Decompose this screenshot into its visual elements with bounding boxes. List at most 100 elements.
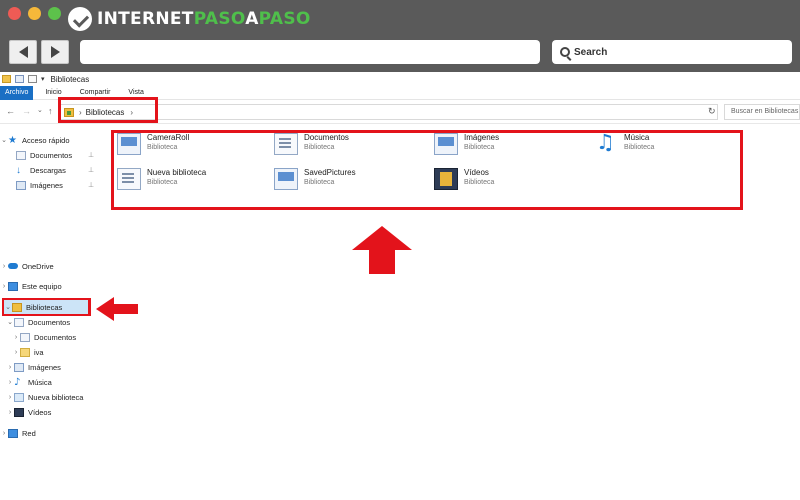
search-icon [560, 47, 570, 57]
pin-icon[interactable]: ⊥ [88, 151, 94, 159]
chevron-down-icon[interactable]: ⌄ [4, 303, 12, 311]
browser-search-label: Search [574, 46, 608, 58]
nav-label: Nueva biblioteca [28, 392, 84, 402]
properties-icon[interactable] [15, 75, 24, 83]
nav-libraries[interactable]: ⌄ Bibliotecas [4, 300, 88, 314]
nav-this-pc[interactable]: › Este equipo [0, 279, 62, 293]
pin-icon[interactable]: ⊥ [88, 181, 94, 189]
library-type: Biblioteca [464, 179, 495, 186]
library-tile-videos[interactable]: Vídeos Biblioteca [434, 168, 584, 200]
pin-icon[interactable]: ⊥ [88, 166, 94, 174]
pictures-icon [434, 133, 458, 155]
library-type: Biblioteca [304, 144, 335, 151]
customize-quick-access-icon[interactable]: ▾ [41, 75, 45, 83]
explorer-search-input[interactable]: Buscar en Bibliotecas [724, 104, 800, 120]
browser-forward-button[interactable] [41, 40, 69, 64]
chevron-right-icon[interactable]: › [0, 430, 8, 437]
library-type: Biblioteca [147, 179, 178, 186]
library-name: Música [624, 133, 650, 142]
library-tile-nueva-biblioteca[interactable]: Nueva biblioteca Biblioteca [117, 168, 267, 200]
cloud-icon [8, 263, 18, 269]
music-icon: ♪ [14, 376, 21, 388]
tab-archivo[interactable]: Archivo [0, 86, 34, 100]
folder-icon [20, 347, 30, 357]
library-name: Documentos [304, 133, 349, 142]
chevron-right-icon[interactable]: › [12, 349, 20, 356]
red-arrow-up-icon [352, 226, 412, 274]
nav-label: Red [22, 428, 36, 438]
forward-arrow-icon[interactable]: → [22, 106, 31, 116]
nav-lib-pictures[interactable]: › Imágenes [6, 360, 61, 374]
library-name: CameraRoll [147, 133, 190, 142]
nav-lib-new-library[interactable]: › Nueva biblioteca [6, 390, 83, 404]
nav-lib-videos[interactable]: › Vídeos [6, 405, 51, 419]
nav-label: Este equipo [22, 281, 62, 291]
nav-quick-access[interactable]: ⌄ ★ Acceso rápido [0, 133, 69, 147]
chevron-right-icon[interactable]: › [0, 283, 8, 290]
nav-onedrive[interactable]: › OneDrive [0, 259, 54, 273]
nav-lib-music[interactable]: › ♪ Música [6, 375, 52, 389]
chevron-right-icon[interactable]: › [6, 394, 14, 401]
library-tile-imagenes[interactable]: Imágenes Biblioteca [434, 133, 584, 165]
refresh-icon[interactable]: ↻ [708, 106, 716, 117]
library-tile-savedpictures[interactable]: SavedPictures Biblioteca [274, 168, 424, 200]
up-arrow-icon[interactable]: ↑ [48, 106, 53, 116]
chevron-right-icon[interactable]: › [0, 263, 8, 270]
folder-icon [2, 75, 11, 83]
nav-label: Música [28, 377, 52, 387]
browser-url-bar[interactable] [80, 40, 540, 64]
nav-label: Bibliotecas [26, 302, 63, 312]
close-window-button[interactable] [8, 7, 21, 20]
breadcrumb-highlight [58, 97, 158, 123]
chevron-right-icon[interactable]: › [6, 379, 14, 386]
brand-check-icon [68, 7, 92, 31]
minimize-window-button[interactable] [28, 7, 41, 20]
maximize-window-button[interactable] [48, 7, 61, 20]
download-icon: ↓ [16, 164, 21, 176]
arrow-right-icon [50, 46, 60, 58]
library-tile-documentos[interactable]: Documentos Biblioteca [274, 133, 424, 165]
library-type: Biblioteca [304, 179, 335, 186]
videos-icon [14, 407, 24, 417]
recent-locations-icon[interactable]: ⌄ [37, 106, 43, 114]
computer-icon [8, 281, 18, 291]
nav-lib-iva[interactable]: › iva [12, 345, 44, 359]
chevron-right-icon[interactable]: › [12, 334, 20, 341]
nav-network[interactable]: › Red [0, 426, 36, 440]
documents-icon [20, 332, 30, 342]
back-arrow-icon[interactable]: ← [6, 106, 15, 116]
nav-label: Descargas [30, 165, 66, 175]
documents-icon [16, 150, 26, 160]
nav-label: OneDrive [22, 261, 54, 271]
library-name: Nueva biblioteca [147, 168, 207, 177]
network-icon [8, 428, 18, 438]
library-type: Biblioteca [464, 144, 495, 151]
pictures-icon [14, 362, 24, 372]
nav-quick-pictures[interactable]: Imágenes [16, 178, 63, 192]
explorer-titlebar: ▾ Bibliotecas [0, 72, 800, 86]
new-folder-icon[interactable] [28, 75, 37, 83]
library-tile-cameraroll[interactable]: CameraRoll Biblioteca [117, 133, 267, 165]
nav-quick-documents[interactable]: Documentos [16, 148, 72, 162]
chevron-right-icon[interactable]: › [6, 409, 14, 416]
documents-icon [274, 133, 298, 155]
nav-quick-downloads[interactable]: ↓ Descargas [16, 163, 66, 177]
nav-label: iva [34, 347, 44, 357]
chevron-down-icon[interactable]: ⌄ [6, 318, 14, 326]
saved-pictures-icon [274, 168, 298, 190]
documents-icon [14, 317, 24, 327]
library-tile-musica[interactable]: Música Biblioteca [594, 130, 744, 165]
library-name: SavedPictures [304, 168, 356, 177]
browser-back-button[interactable] [9, 40, 37, 64]
library-type: Biblioteca [147, 144, 178, 151]
library-type: Biblioteca [624, 144, 655, 151]
red-arrow-left-icon [96, 297, 138, 321]
nav-label: Imágenes [28, 362, 61, 372]
browser-search-box[interactable]: Search [552, 40, 792, 64]
chevron-down-icon[interactable]: ⌄ [0, 136, 8, 144]
nav-lib-documents[interactable]: ⌄ Documentos [6, 315, 70, 329]
brand-logo: INTERNETPASOAPASO [68, 6, 311, 32]
star-icon: ★ [8, 134, 17, 146]
chevron-right-icon[interactable]: › [6, 364, 14, 371]
nav-lib-documents-child[interactable]: › Documentos [12, 330, 76, 344]
